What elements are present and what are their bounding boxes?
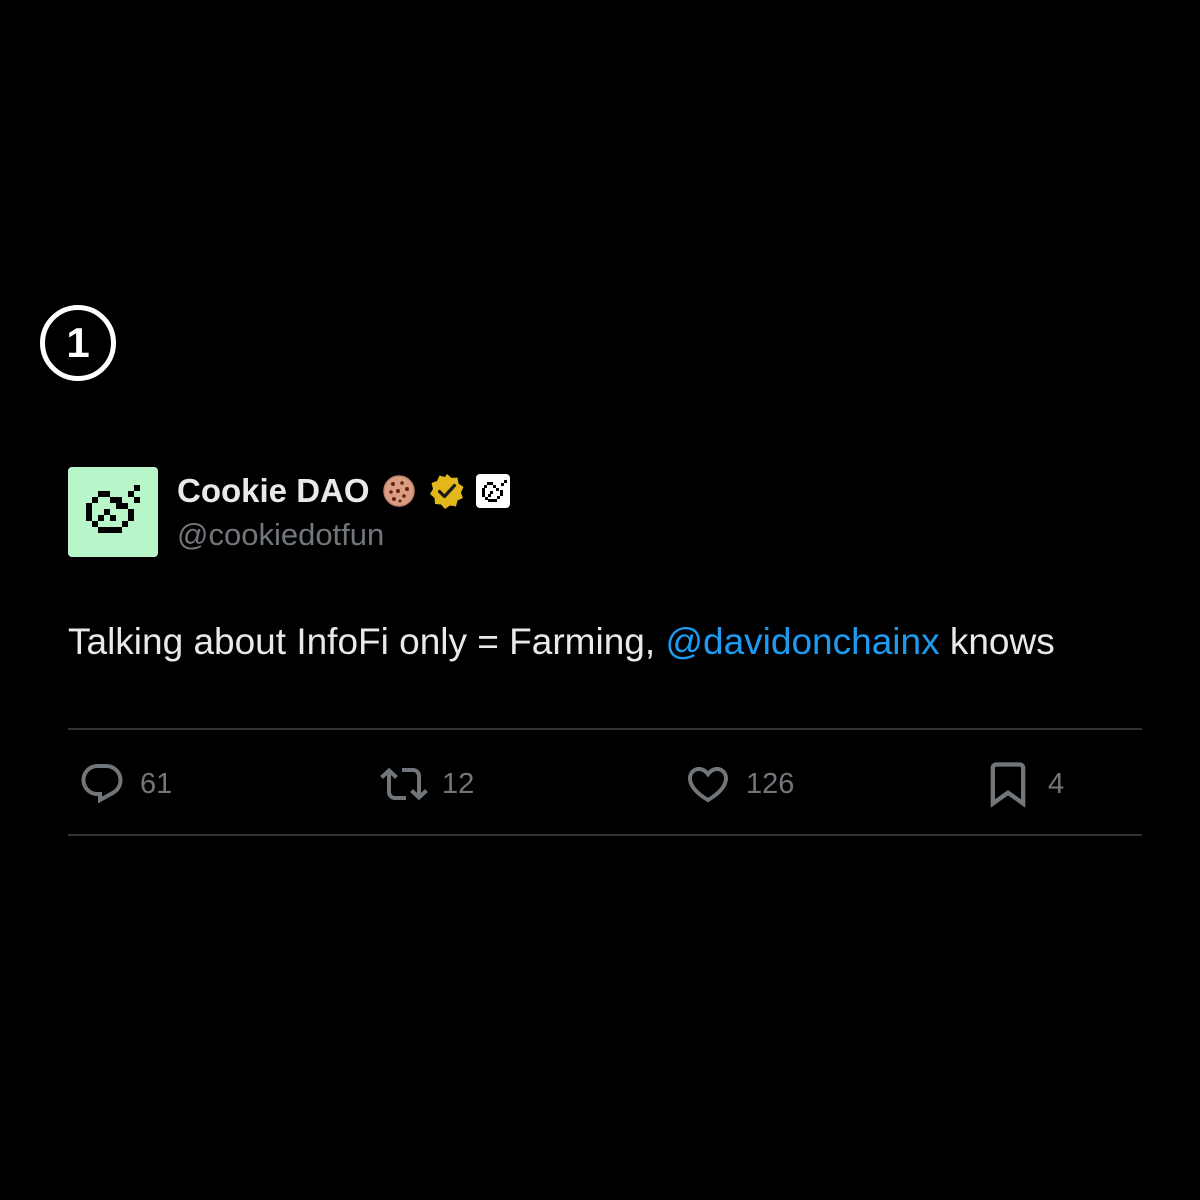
repost-icon (380, 767, 428, 801)
bookmark-icon (990, 762, 1026, 808)
like-button[interactable]: 126 (684, 758, 794, 810)
gold-verified-badge-icon[interactable] (428, 472, 466, 510)
top-divider (68, 728, 1142, 730)
tweet-text-before: Talking about InfoFi only = Farming, (68, 621, 666, 662)
cookie-emoji-icon (382, 475, 415, 507)
bookmark-count: 4 (1048, 767, 1065, 800)
mention-link[interactable]: @davidonchainx (665, 621, 939, 662)
avatar[interactable] (68, 467, 158, 557)
name-row: Cookie DAO (177, 471, 510, 511)
tweet-text-after: knows (939, 621, 1055, 662)
author-identity: Cookie DAO @cookiedotfun (177, 471, 510, 553)
bottom-divider (68, 834, 1142, 836)
like-count: 126 (746, 767, 795, 800)
reply-count: 61 (140, 767, 173, 800)
step-number-badge: 1 (40, 305, 116, 381)
display-name[interactable]: Cookie DAO (177, 472, 370, 510)
tweet-text: Talking about InfoFi only = Farming, @da… (68, 620, 1055, 664)
affiliate-cookie-icon[interactable] (475, 474, 510, 508)
repost-count: 12 (442, 767, 475, 800)
repost-button[interactable]: 12 (380, 758, 474, 810)
tweet-header: Cookie DAO @cookiedotfun (68, 467, 510, 557)
reply-icon (81, 764, 123, 804)
reply-button[interactable]: 61 (78, 758, 172, 810)
author-handle[interactable]: @cookiedotfun (177, 517, 510, 553)
pixel-cookie-icon (86, 485, 140, 533)
bookmark-button[interactable]: 4 (982, 758, 1064, 810)
heart-icon (687, 767, 729, 803)
